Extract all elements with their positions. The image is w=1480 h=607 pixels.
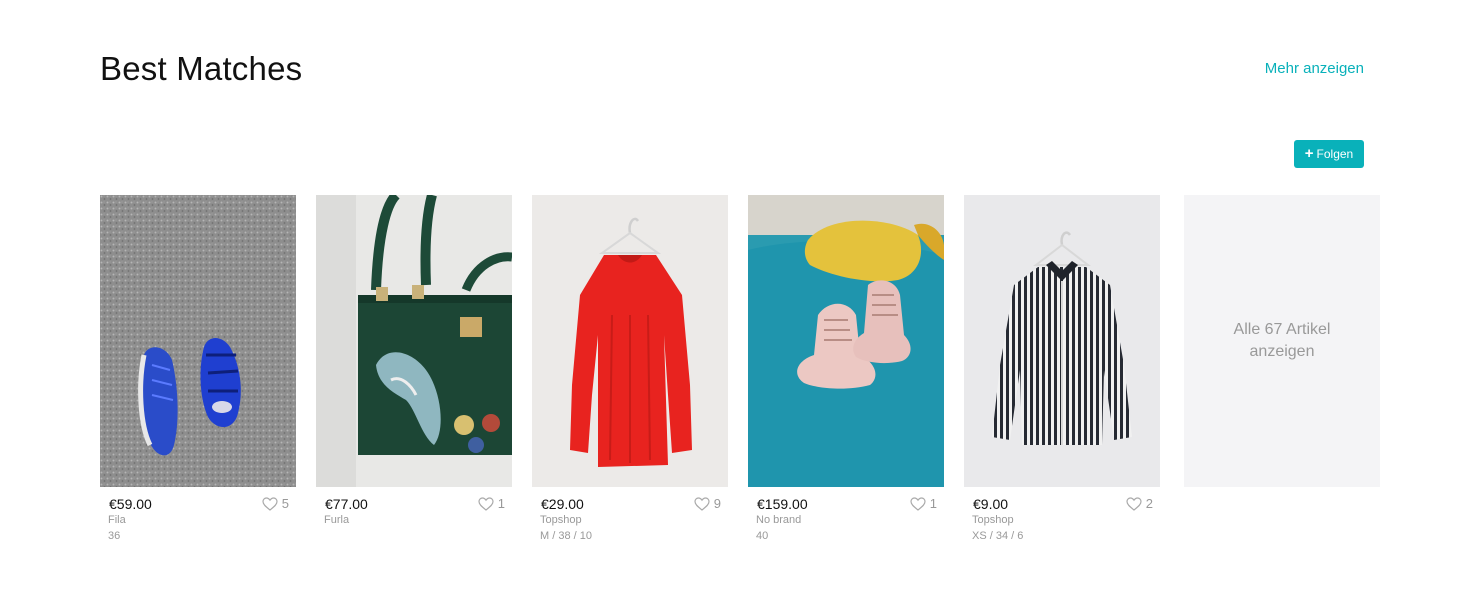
item-card[interactable]: €9.00 2 Topshop XS / 34 / 6 bbox=[964, 195, 1160, 549]
favourite-button[interactable]: 1 bbox=[478, 496, 505, 512]
item-price: €9.00 bbox=[973, 496, 1009, 512]
follow-button[interactable]: + Folgen bbox=[1294, 140, 1364, 168]
item-meta: €77.00 1 Furla bbox=[316, 487, 512, 549]
item-meta: €159.00 1 No brand 40 bbox=[748, 487, 944, 549]
item-brand: No brand bbox=[756, 514, 802, 526]
item-size: XS / 34 / 6 bbox=[972, 530, 1024, 542]
item-meta: €9.00 2 Topshop XS / 34 / 6 bbox=[964, 487, 1160, 549]
show-more-link[interactable]: Mehr anzeigen bbox=[1265, 60, 1364, 78]
section-title: Best Matches bbox=[100, 50, 303, 87]
item-size: 36 bbox=[108, 530, 121, 542]
item-size: 40 bbox=[756, 530, 769, 542]
item-brand: Fila bbox=[108, 514, 126, 526]
item-price: €59.00 bbox=[109, 496, 152, 512]
item-photo[interactable] bbox=[964, 195, 1160, 487]
item-card[interactable]: €29.00 9 Topshop M / 38 / 10 bbox=[532, 195, 728, 549]
item-size: M / 38 / 10 bbox=[540, 530, 592, 542]
heart-icon bbox=[1126, 497, 1142, 511]
plus-icon: + bbox=[1304, 145, 1314, 162]
see-all-items-label: Alle 67 Artikel anzeigen bbox=[1233, 321, 1331, 360]
favourite-button[interactable]: 2 bbox=[1126, 496, 1153, 512]
item-brand: Topshop bbox=[540, 514, 582, 526]
heart-icon bbox=[694, 497, 710, 511]
item-brand: Topshop bbox=[972, 514, 1014, 526]
item-price: €77.00 bbox=[325, 496, 368, 512]
item-grid: €59.00 5 Fila 36 €77.00 1 Furla €29.00 9… bbox=[100, 195, 1380, 555]
favourite-button[interactable]: 1 bbox=[910, 496, 937, 512]
like-count: 5 bbox=[281, 496, 289, 511]
item-photo[interactable] bbox=[316, 195, 512, 487]
item-card[interactable]: €159.00 1 No brand 40 bbox=[748, 195, 944, 549]
item-photo[interactable] bbox=[748, 195, 944, 487]
heart-icon bbox=[262, 497, 278, 511]
item-price: €159.00 bbox=[757, 496, 808, 512]
like-count: 1 bbox=[497, 496, 505, 511]
item-brand: Furla bbox=[324, 514, 350, 526]
heart-icon bbox=[478, 497, 494, 511]
favourite-button[interactable]: 5 bbox=[262, 496, 289, 512]
see-all-items-tile[interactable]: Alle 67 Artikel anzeigen bbox=[1184, 195, 1380, 487]
heart-icon bbox=[910, 497, 926, 511]
item-price: €29.00 bbox=[541, 496, 584, 512]
item-meta: €59.00 5 Fila 36 bbox=[100, 487, 296, 549]
favourite-button[interactable]: 9 bbox=[694, 496, 721, 512]
like-count: 1 bbox=[929, 496, 937, 511]
item-card[interactable]: €77.00 1 Furla bbox=[316, 195, 512, 549]
item-photo[interactable] bbox=[532, 195, 728, 487]
like-count: 9 bbox=[713, 496, 721, 511]
follow-button-label: Folgen bbox=[1316, 147, 1354, 161]
like-count: 2 bbox=[1145, 496, 1153, 511]
item-meta: €29.00 9 Topshop M / 38 / 10 bbox=[532, 487, 728, 549]
item-photo[interactable] bbox=[100, 195, 296, 487]
item-card[interactable]: €59.00 5 Fila 36 bbox=[100, 195, 296, 549]
